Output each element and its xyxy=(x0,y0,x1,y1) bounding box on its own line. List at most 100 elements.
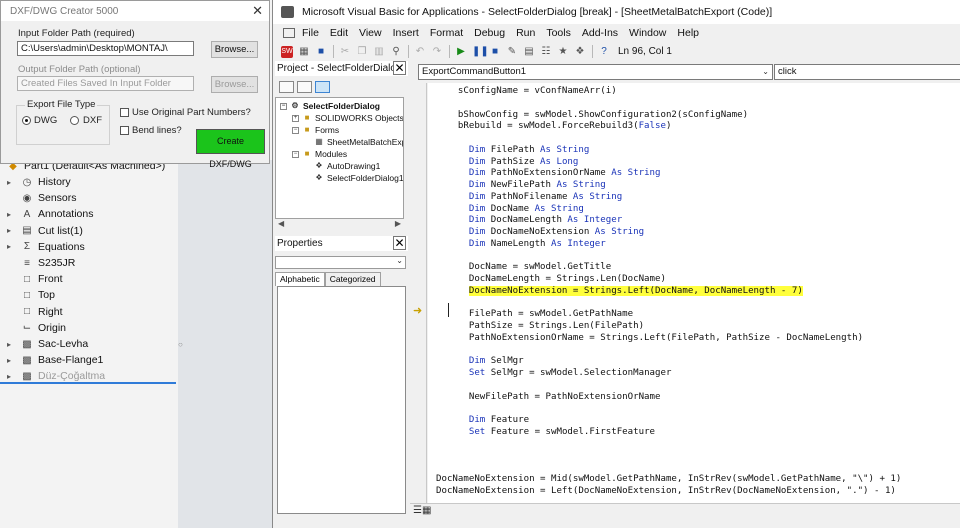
tree-item[interactable]: ▸ ▩ Sac-Levha xyxy=(0,336,88,352)
copy-icon[interactable]: ❐ xyxy=(356,46,368,58)
original-part-numbers-label: Use Original Part Numbers? xyxy=(132,107,251,118)
project-explorer-icon[interactable]: ▤ xyxy=(523,46,535,58)
horizontal-scrollbar[interactable]: ◀ ▶ xyxy=(275,219,404,229)
properties-window-icon[interactable]: ☷ xyxy=(540,46,552,58)
procedure-combo[interactable]: click xyxy=(774,64,960,80)
menu-window[interactable]: Window xyxy=(629,27,666,39)
collapse-icon[interactable]: − xyxy=(280,102,287,110)
redo-icon[interactable]: ↷ xyxy=(431,46,443,58)
input-folder-label: Input Folder Path (required) xyxy=(18,28,135,39)
help-icon[interactable]: ? xyxy=(598,46,610,58)
tab-categorized[interactable]: Categorized xyxy=(324,272,381,286)
menu-addins[interactable]: Add-Ins xyxy=(582,27,618,39)
toggle-folders-icon[interactable] xyxy=(315,81,330,93)
menu-run[interactable]: Run xyxy=(516,27,535,39)
reset-icon[interactable]: ■ xyxy=(489,46,501,58)
view-code-icon[interactable] xyxy=(279,81,294,93)
insert-userform-icon[interactable]: ▦ xyxy=(298,46,310,58)
input-folder-field[interactable]: C:\Users\admin\Desktop\MONTAJ\ xyxy=(17,41,194,56)
tree-item[interactable]: ▸ ▩ Base-Flange1 xyxy=(0,352,103,368)
menu-debug[interactable]: Debug xyxy=(474,27,505,39)
code-line: Dim SelMgr xyxy=(468,356,524,367)
undo-icon[interactable]: ↶ xyxy=(414,46,426,58)
tree-item[interactable]: □ Top xyxy=(0,287,55,303)
object-combo[interactable]: ExportCommandButton1 ⌄ xyxy=(418,64,773,80)
procedure-view-icon[interactable]: ☰▦ xyxy=(413,505,431,516)
chevron-down-icon: ⌄ xyxy=(396,256,403,265)
solidworks-icon[interactable]: SW xyxy=(281,45,293,58)
collapse-icon[interactable]: − xyxy=(292,126,299,134)
browse-input-button[interactable]: Browse... xyxy=(211,41,258,58)
design-mode-icon[interactable]: ✎ xyxy=(506,46,518,58)
object-browser-icon[interactable]: ★ xyxy=(557,46,569,58)
tree-item[interactable]: ◉ Sensors xyxy=(0,190,77,206)
break-icon[interactable]: ❚❚ xyxy=(472,46,489,58)
run-icon[interactable]: ▶ xyxy=(455,46,467,58)
close-icon[interactable]: ✕ xyxy=(252,3,263,19)
menu-insert[interactable]: Insert xyxy=(393,27,419,39)
expand-arrow-icon[interactable]: ▸ xyxy=(4,242,14,251)
tab-alphabetic[interactable]: Alphabetic xyxy=(275,272,325,286)
expand-arrow-icon[interactable]: ▸ xyxy=(4,210,14,219)
tree-item[interactable]: □ Front xyxy=(0,271,63,287)
tree-form-item[interactable]: ▦ SheetMetalBatchExport xyxy=(314,136,403,148)
tree-item[interactable]: ▸ Σ Equations xyxy=(0,239,85,255)
menu-file[interactable]: File xyxy=(302,27,319,39)
tree-item[interactable]: ≡ S235JR xyxy=(0,255,75,271)
panel-grip-icon[interactable]: ○ xyxy=(178,340,183,349)
menu-edit[interactable]: Edit xyxy=(330,27,348,39)
tree-module-1[interactable]: ❖ AutoDrawing1 xyxy=(314,160,380,172)
code-line: Dim DocName As String xyxy=(468,203,584,214)
menu-format[interactable]: Format xyxy=(430,27,463,39)
browse-output-button[interactable]: Browse... xyxy=(211,76,258,93)
collapse-icon[interactable]: − xyxy=(292,150,299,158)
expand-icon[interactable]: + xyxy=(292,114,299,122)
rollback-bar[interactable] xyxy=(0,382,176,384)
properties-grid[interactable] xyxy=(277,286,406,514)
tree-modules[interactable]: − ■ Modules xyxy=(292,148,347,160)
radio-dwg[interactable] xyxy=(22,116,31,125)
create-dxf-dwg-button[interactable]: Create DXF/DWG xyxy=(196,129,265,169)
expand-arrow-icon[interactable]: ▸ xyxy=(4,178,14,187)
tree-module-2[interactable]: ❖ SelectFolderDialog1 xyxy=(314,172,403,184)
menu-help[interactable]: Help xyxy=(677,27,699,39)
find-icon[interactable]: ⚲ xyxy=(390,46,402,58)
toolbox-icon[interactable]: ❖ xyxy=(574,46,586,58)
scroll-right-icon[interactable]: ▶ xyxy=(395,219,401,229)
scroll-left-icon[interactable]: ◀ xyxy=(278,219,284,229)
menu-tools[interactable]: Tools xyxy=(546,27,571,39)
tree-forms[interactable]: − ■ Forms xyxy=(292,124,339,136)
tree-item-label: Origin xyxy=(38,321,67,334)
menu-view[interactable]: View xyxy=(359,27,382,39)
code-view-bar: ☰▦ xyxy=(410,503,960,517)
tree-item[interactable]: ⌙ Origin xyxy=(0,320,66,336)
output-folder-field[interactable]: Created Files Saved In Input Folder xyxy=(17,76,194,91)
radio-dxf[interactable] xyxy=(70,116,79,125)
tree-item[interactable]: ▸ ◷ History xyxy=(0,174,71,190)
expand-arrow-icon[interactable]: ▸ xyxy=(4,356,14,365)
code-line: DocNameLength = Strings.Len(DocName) xyxy=(436,274,666,284)
equations-icon: Σ xyxy=(23,241,31,253)
save-icon[interactable]: ■ xyxy=(315,46,327,58)
bend-lines-checkbox[interactable] xyxy=(120,126,129,135)
tree-item[interactable]: □ Right xyxy=(0,304,63,320)
view-object-icon[interactable] xyxy=(297,81,312,93)
close-icon[interactable]: ✕ xyxy=(393,236,406,250)
tree-solidworks-objects[interactable]: + ■ SOLIDWORKS Objects xyxy=(292,112,403,124)
tree-item[interactable]: ▸ ▤ Cut list(1) xyxy=(0,223,83,239)
margin-indicator-bar[interactable]: ➜ xyxy=(410,83,427,503)
original-part-numbers-checkbox[interactable] xyxy=(120,108,129,117)
expand-arrow-icon[interactable]: ▸ xyxy=(4,226,14,235)
tree-item-label: Annotations xyxy=(38,208,94,221)
expand-arrow-icon[interactable]: ▸ xyxy=(4,340,14,349)
object-selector[interactable]: ⌄ xyxy=(275,256,406,269)
code-window-icon[interactable] xyxy=(283,27,295,38)
expand-arrow-icon[interactable]: ▸ xyxy=(4,372,14,381)
tree-item[interactable]: ▸ A Annotations xyxy=(0,206,93,222)
paste-icon[interactable]: ▥ xyxy=(373,46,385,58)
flatten-icon: ▩ xyxy=(22,370,32,382)
tree-root[interactable]: − ⚙ SelectFolderDialog xyxy=(280,100,380,112)
close-icon[interactable]: ✕ xyxy=(393,61,406,75)
code-editor[interactable]: sConfigName = vConfNameArr(i) bShowConfi… xyxy=(428,83,960,503)
cut-icon[interactable]: ✂ xyxy=(339,46,351,58)
